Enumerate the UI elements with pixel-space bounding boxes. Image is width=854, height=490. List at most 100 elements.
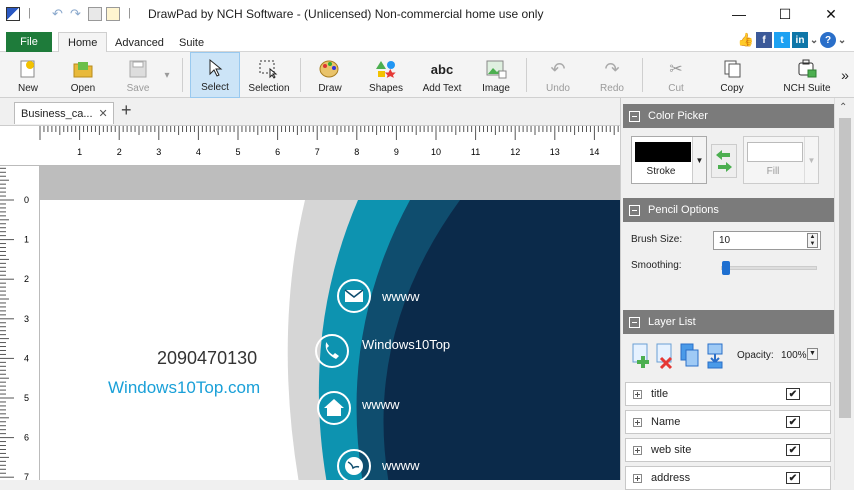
- facebook-icon[interactable]: f: [756, 32, 772, 48]
- draw-button[interactable]: Draw: [308, 52, 352, 98]
- ruler-label: 12: [510, 147, 520, 157]
- card-phone-text[interactable]: 2090470130: [157, 348, 257, 369]
- visibility-checkbox[interactable]: ✔: [786, 416, 800, 428]
- export-quick-icon[interactable]: [106, 7, 120, 21]
- stroke-dropdown-icon[interactable]: ▼: [692, 137, 706, 183]
- selection-button[interactable]: Selection: [244, 52, 294, 98]
- minimize-button[interactable]: —: [716, 0, 762, 28]
- document-tab-label: Business_ca...: [21, 107, 93, 120]
- close-button[interactable]: ✕: [808, 0, 854, 28]
- shapes-button[interactable]: Shapes: [362, 52, 410, 98]
- card-row-email[interactable]: wwww: [382, 289, 420, 304]
- document-tab[interactable]: Business_ca... ✕: [14, 102, 114, 124]
- merge-layer-icon[interactable]: [705, 342, 727, 370]
- add-layer-icon[interactable]: [631, 342, 651, 370]
- collapse-icon[interactable]: [629, 204, 640, 216]
- nch-suite-button[interactable]: NCH Suite: [778, 52, 836, 98]
- ruler-label: 7: [315, 147, 320, 157]
- duplicate-layer-icon[interactable]: [679, 342, 701, 370]
- new-button[interactable]: New: [8, 52, 48, 98]
- help-icon[interactable]: ?: [820, 32, 836, 48]
- swap-colors-icon[interactable]: [711, 144, 737, 178]
- ruler-label: 13: [550, 147, 560, 157]
- drawing-canvas[interactable]: wwww Windows10Top wwww wwww 2090470130 W…: [40, 166, 620, 480]
- ribbon-overflow-button[interactable]: »: [838, 52, 852, 98]
- open-button[interactable]: Open: [62, 52, 104, 98]
- save-quick-icon[interactable]: [88, 7, 102, 21]
- collapse-icon[interactable]: [629, 316, 640, 328]
- save-button[interactable]: Save: [118, 52, 158, 98]
- select-button[interactable]: Select: [190, 52, 240, 98]
- opacity-dropdown[interactable]: ▼: [807, 348, 818, 360]
- new-icon: [17, 58, 39, 80]
- layer-row[interactable]: Name ✔: [625, 410, 831, 434]
- tab-home[interactable]: Home: [58, 32, 108, 53]
- layer-name: address: [651, 472, 691, 484]
- ribbon-toolbar: New Open Save ▾ Select Selection Draw Sh…: [0, 52, 854, 98]
- delete-layer-icon[interactable]: [655, 342, 675, 370]
- expand-icon[interactable]: [633, 445, 642, 455]
- ruler-label: 14: [589, 147, 599, 157]
- save-dropdown[interactable]: ▾: [160, 52, 174, 98]
- visibility-checkbox[interactable]: ✔: [786, 444, 800, 456]
- ruler-label: 3: [156, 147, 161, 157]
- tab-advanced[interactable]: Advanced: [106, 32, 173, 53]
- layer-name: web site: [651, 444, 692, 456]
- card-row-address[interactable]: wwww: [362, 397, 400, 412]
- copy-button[interactable]: Copy: [710, 52, 754, 98]
- tab-suite[interactable]: Suite: [170, 32, 213, 53]
- window-title: DrawPad by NCH Software - (Unlicensed) N…: [148, 7, 544, 21]
- like-icon[interactable]: 👍: [738, 32, 754, 48]
- layer-row[interactable]: title ✔: [625, 382, 831, 406]
- card-row-name[interactable]: Windows10Top: [362, 337, 450, 352]
- ruler-label: 1: [24, 235, 29, 245]
- help-dropdown-icon[interactable]: ⌄: [838, 32, 846, 48]
- ruler-label: 2: [24, 274, 29, 284]
- undo-quick-icon[interactable]: ↶: [52, 7, 66, 21]
- card-website-text[interactable]: Windows10Top.com: [108, 378, 260, 398]
- expand-icon[interactable]: [633, 389, 642, 399]
- visibility-checkbox[interactable]: ✔: [786, 472, 800, 484]
- add-text-button[interactable]: abc Add Text: [418, 52, 466, 98]
- redo-quick-icon[interactable]: ↷: [70, 7, 84, 21]
- close-tab-icon[interactable]: ✕: [99, 107, 108, 120]
- image-button[interactable]: Image: [472, 52, 520, 98]
- right-panel: Color Picker ▼ Stroke ▼ Fill Pencil Opti…: [620, 98, 834, 490]
- panel-scrollbar[interactable]: ⌃: [834, 98, 854, 480]
- fill-color-button[interactable]: ▼ Fill: [743, 136, 819, 184]
- linkedin-icon[interactable]: in: [792, 32, 808, 48]
- maximize-button[interactable]: ☐: [762, 0, 808, 28]
- brush-size-input[interactable]: 10 ▲ ▼: [713, 231, 821, 250]
- fill-dropdown-icon[interactable]: ▼: [804, 137, 818, 183]
- visibility-checkbox[interactable]: ✔: [786, 388, 800, 400]
- smoothing-slider[interactable]: [721, 261, 817, 275]
- pencil-options-header[interactable]: Pencil Options: [623, 198, 834, 222]
- ruler-label: 3: [24, 314, 29, 324]
- undo-button[interactable]: ↶ Undo: [538, 52, 578, 98]
- collapse-icon[interactable]: [629, 110, 640, 122]
- file-menu[interactable]: File: [6, 32, 52, 52]
- redo-button[interactable]: ↷ Redo: [592, 52, 632, 98]
- cursor-arrow-icon: [204, 57, 226, 79]
- cut-button[interactable]: ✂ Cut: [656, 52, 696, 98]
- color-picker-header[interactable]: Color Picker: [623, 104, 834, 128]
- stroke-color-button[interactable]: ▼ Stroke: [631, 136, 707, 184]
- twitter-icon[interactable]: t: [774, 32, 790, 48]
- scroll-thumb[interactable]: [839, 118, 851, 418]
- ruler-label: 5: [24, 393, 29, 403]
- business-card[interactable]: wwww Windows10Top wwww wwww 2090470130 W…: [40, 200, 620, 480]
- smoothing-slider-thumb[interactable]: [722, 261, 730, 275]
- card-row-web[interactable]: wwww: [382, 458, 420, 473]
- add-tab-button[interactable]: +: [121, 100, 132, 121]
- dropdown-arrow-icon[interactable]: ⌄: [810, 32, 818, 48]
- layer-row[interactable]: address ✔: [625, 466, 831, 490]
- layer-list-header[interactable]: Layer List: [623, 310, 834, 334]
- scroll-up-icon[interactable]: ⌃: [839, 102, 847, 113]
- app-icon[interactable]: [6, 7, 20, 21]
- opacity-label: Opacity:: [737, 350, 774, 361]
- expand-icon[interactable]: [633, 417, 642, 427]
- brush-size-spinner[interactable]: ▲ ▼: [807, 233, 818, 248]
- expand-icon[interactable]: [633, 473, 642, 483]
- layer-row[interactable]: web site ✔: [625, 438, 831, 462]
- ruler-label: 7: [24, 472, 29, 480]
